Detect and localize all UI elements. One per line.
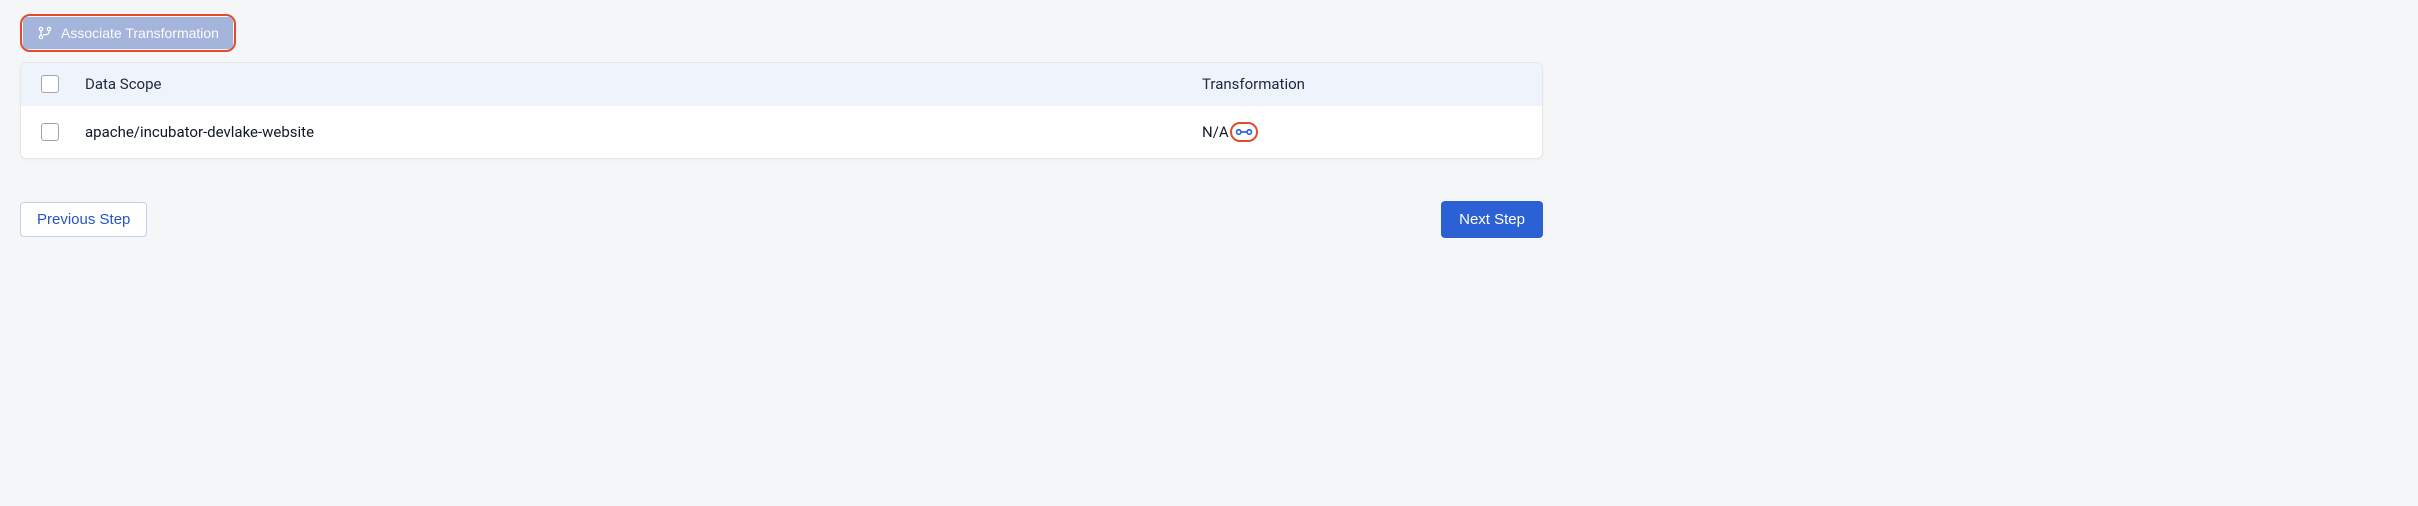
row-data-scope: apache/incubator-devlake-website (85, 123, 1202, 141)
associate-transformation-highlight: Associate Transformation (20, 14, 236, 52)
associate-transformation-label: Associate Transformation (61, 25, 219, 41)
data-scope-table: Data Scope Transformation apache/incubat… (20, 62, 1543, 159)
header-transformation: Transformation (1202, 75, 1522, 93)
table-row: apache/incubator-devlake-website N/A (21, 105, 1542, 158)
header-data-scope: Data Scope (85, 75, 1202, 93)
row-checkbox[interactable] (41, 123, 59, 141)
edit-transformation-highlight (1230, 122, 1258, 142)
next-step-button[interactable]: Next Step (1441, 201, 1543, 238)
table-header: Data Scope Transformation (21, 63, 1542, 105)
footer: Previous Step Next Step (20, 201, 1543, 238)
row-transformation-value: N/A (1202, 123, 1229, 141)
branch-icon (37, 25, 53, 41)
select-all-checkbox[interactable] (41, 75, 59, 93)
associate-transformation-button[interactable]: Associate Transformation (23, 17, 233, 49)
previous-step-button[interactable]: Previous Step (20, 202, 147, 237)
select-all-cell (41, 75, 85, 93)
row-checkbox-cell (41, 123, 85, 141)
row-transformation-cell: N/A (1202, 122, 1522, 142)
link-icon[interactable] (1235, 126, 1253, 138)
